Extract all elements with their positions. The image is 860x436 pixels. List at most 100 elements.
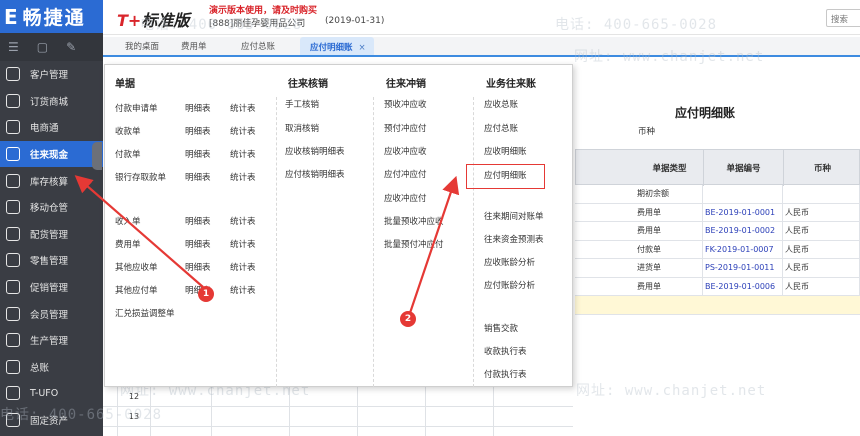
cell-doc-type: 进货单 — [635, 259, 703, 278]
menu-item-business-account[interactable]: 应收总账 — [484, 98, 518, 110]
menu-item-business-account[interactable]: 收款执行表 — [484, 345, 527, 357]
sidebar-collapse-handle[interactable] — [92, 142, 102, 170]
menu-item-document[interactable]: 银行存取款单 — [115, 171, 166, 183]
menu-item-statistics[interactable]: 统计表 — [230, 171, 256, 183]
cell-currency: 人民币 — [783, 277, 860, 296]
menu-item-reconciliation[interactable]: 应收核销明细表 — [285, 145, 345, 157]
cell-doc-number[interactable]: BE-2019-01-0002 — [703, 222, 783, 241]
menu-item-detail[interactable]: 明细表 — [185, 215, 211, 227]
sidebar-item[interactable]: 零售管理 — [0, 247, 103, 274]
cell-doc-number[interactable] — [703, 185, 783, 204]
table-row-empty[interactable] — [575, 296, 860, 315]
row-number: 12 — [117, 387, 151, 407]
menu-item-business-account[interactable]: 应收明细账 — [484, 145, 527, 157]
sidebar-item[interactable]: 生产管理 — [0, 327, 103, 354]
menu-item-statistics[interactable]: 统计表 — [230, 261, 256, 273]
menu-icon[interactable]: ☰ — [8, 40, 19, 54]
asset-icon — [6, 413, 20, 428]
menu-item-statistics[interactable]: 统计表 — [230, 238, 256, 250]
cell-currency: 人民币 — [783, 222, 860, 241]
menu-item-business-account[interactable]: 往来资金预测表 — [484, 233, 544, 245]
menu-item-statistics[interactable]: 统计表 — [230, 125, 256, 137]
menu-item-statistics[interactable]: 统计表 — [230, 284, 256, 296]
cell-doc-type: 费用单 — [635, 222, 703, 241]
sidebar-item-label: 客户管理 — [30, 70, 69, 82]
sidebar-item[interactable]: 促销管理 — [0, 274, 103, 301]
menu-item-document[interactable]: 收入单 — [115, 215, 141, 227]
menu-item-offset[interactable]: 应收冲应收 — [384, 145, 427, 157]
tab-my-desktop[interactable]: 我的桌面 — [125, 40, 159, 52]
menu-item-business-account[interactable]: 付款执行表 — [484, 368, 527, 380]
menu-item-business-account[interactable]: 应付总账 — [484, 122, 518, 134]
table-row[interactable]: 费用单 BE-2019-01-0006 人民币 — [575, 277, 860, 296]
table-row[interactable]: 付款单 FK-2019-01-0007 人民币 — [575, 240, 860, 259]
menu-item-statistics[interactable]: 统计表 — [230, 148, 256, 160]
grid-body: 期初余额 费用单 BE-2019-01-0001 人民币 费用单 BE-2019-01-0… — [575, 185, 860, 315]
sidebar-menu: 客户管理订货商城 电商通 往来现金 库存核算 移动仓管 配货管理 零售管理 促销管理 会员管理生… — [0, 61, 103, 433]
table-row[interactable]: 费用单 BE-2019-01-0002 人民币 — [575, 222, 860, 241]
menu-item-document[interactable]: 汇兑损益调整单 — [115, 307, 175, 319]
menu-item-detail[interactable]: 明细表 — [185, 261, 211, 273]
sidebar-item[interactable]: 会员管理 — [0, 300, 103, 327]
sidebar-item[interactable]: 客户管理 — [0, 61, 103, 88]
sidebar-item[interactable]: 固定资产 — [0, 407, 103, 434]
sidebar-item-label: 固定资产 — [30, 416, 69, 428]
menu-item-document[interactable]: 费用单 — [115, 238, 141, 250]
close-icon[interactable]: × — [359, 43, 366, 53]
menu-item-statistics[interactable]: 统计表 — [230, 102, 256, 114]
cell-doc-number[interactable]: BE-2019-01-0001 — [703, 203, 783, 222]
sidebar-item[interactable]: 配货管理 — [0, 221, 103, 248]
menu-item-offset[interactable]: 批量预收冲应收 — [384, 215, 444, 227]
menu-item-reconciliation[interactable]: 应付核销明细表 — [285, 168, 345, 180]
menu-item-detail[interactable]: 明细表 — [185, 125, 211, 137]
menu-item-business-account[interactable]: 应收账龄分析 — [484, 256, 535, 268]
menu-item-detail[interactable]: 明细表 — [185, 238, 211, 250]
table-row[interactable]: 费用单 BE-2019-01-0001 人民币 — [575, 203, 860, 222]
edit-icon[interactable]: ✎ — [66, 40, 76, 54]
menu-item-reconciliation[interactable]: 手工核销 — [285, 98, 319, 110]
menu-item-reconciliation[interactable]: 取消核销 — [285, 122, 319, 134]
menu-item-detail[interactable]: 明细表 — [185, 102, 211, 114]
menu-item-offset[interactable]: 预收冲应收 — [384, 98, 427, 110]
sidebar-item[interactable]: 移动仓管 — [0, 194, 103, 221]
menu-item-document[interactable]: 收款单 — [115, 125, 141, 137]
menu-item-detail[interactable]: 明细表 — [185, 171, 211, 183]
menu-item-business-account[interactable]: 往来期间对账单 — [484, 210, 544, 222]
menu-item-document[interactable]: 付款单 — [115, 148, 141, 160]
app-logo[interactable]: E 畅捷通 — [0, 0, 103, 33]
sidebar-item[interactable]: T-UFO — [0, 380, 103, 407]
menu-item-offset[interactable]: 批量预付冲应付 — [384, 238, 444, 250]
menu-item-statistics[interactable]: 统计表 — [230, 215, 256, 227]
menu-item-document[interactable]: 付款申请单 — [115, 102, 158, 114]
sidebar-item[interactable]: 总账 — [0, 354, 103, 381]
grid-header: 单据类型 单据编号 币种 — [575, 149, 860, 186]
menu-item-document[interactable]: 其他应付单 — [115, 284, 158, 296]
cell-doc-number[interactable]: FK-2019-01-0007 — [703, 240, 783, 259]
sidebar-item[interactable]: 往来现金 — [0, 140, 103, 168]
tab-payable-ledger[interactable]: 应付总账 — [241, 40, 275, 52]
sidebar-item[interactable]: 库存核算 — [0, 167, 103, 194]
bookmark-icon[interactable]: ▢ — [37, 40, 48, 54]
menu-item-offset[interactable]: 应收冲应付 — [384, 192, 427, 204]
search-input[interactable]: 搜索 — [826, 9, 860, 27]
table-row[interactable]: 进货单 PS-2019-01-0011 人民币 — [575, 259, 860, 278]
sidebar-item[interactable]: 电商通 — [0, 114, 103, 141]
menu-item-business-account[interactable]: 销售交款 — [484, 322, 518, 334]
menu-item-document[interactable]: 其他应收单 — [115, 261, 158, 273]
menu-item-offset[interactable]: 应付冲应付 — [384, 168, 427, 180]
menu-item-detail[interactable]: 明细表 — [185, 148, 211, 160]
cell-doc-number[interactable]: PS-2019-01-0011 — [703, 259, 783, 278]
tab-payable-detail[interactable]: 应付明细账 × — [300, 37, 374, 55]
brand-prefix: T+ — [117, 11, 142, 30]
menu-header-offset: 往来冲销 — [386, 79, 426, 90]
column-header-currency[interactable]: 币种 — [784, 150, 860, 186]
column-header-doc-number[interactable]: 单据编号 — [704, 150, 784, 186]
menu-item-offset[interactable]: 预付冲应付 — [384, 122, 427, 134]
menu-item-business-account[interactable]: 应付账龄分析 — [484, 279, 535, 291]
column-header-doc-type[interactable]: 单据类型 — [636, 150, 704, 186]
tab-expense-form[interactable]: 费用单 — [181, 40, 207, 52]
cell-doc-number[interactable]: BE-2019-01-0006 — [703, 277, 783, 296]
sidebar-item[interactable]: 订货商城 — [0, 88, 103, 115]
table-row[interactable]: 期初余额 — [575, 185, 860, 204]
tab-label: 应付明细账 — [310, 43, 353, 53]
